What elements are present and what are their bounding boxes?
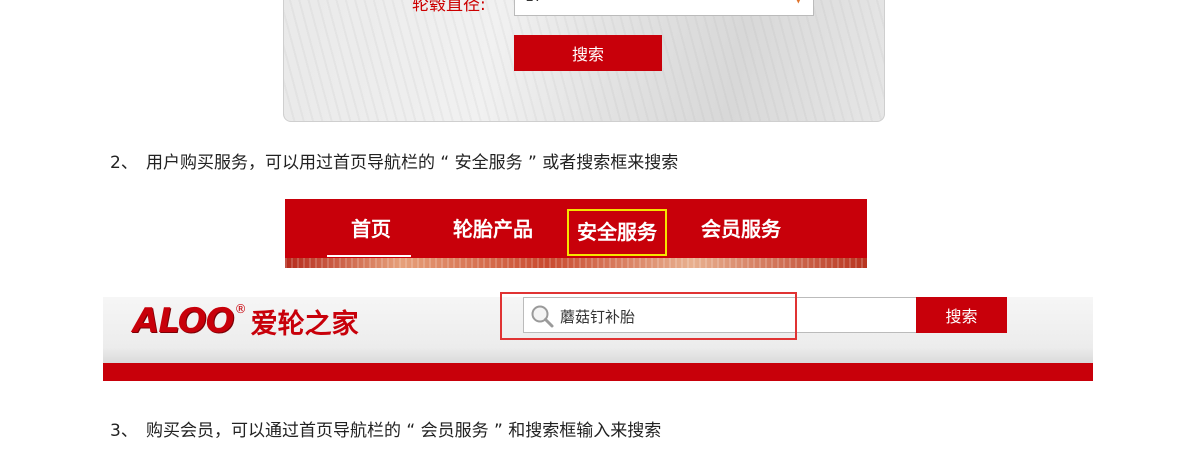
document-page: 轮毂直径: 17 ▼ 搜索 2、用户购买服务，可以用过首页导航栏的 “ 安全服务…	[0, 0, 1180, 453]
panel-search-button[interactable]: 搜索	[514, 35, 662, 71]
nav-item-safety-service[interactable]: 安全服务	[567, 209, 667, 256]
home-nav-bar: 首页 轮胎产品 安全服务 会员服务	[285, 199, 867, 268]
logo-latin-text: ALOO	[133, 301, 235, 341]
step-number: 2、	[110, 153, 138, 173]
step-2-text: 2、 用户购买服务，可以用过首页导航栏的 “ 安全服务 ” 或者搜索框来搜索	[110, 148, 678, 173]
hub-diameter-select[interactable]: 17 ▼	[514, 0, 814, 16]
nav-item-home[interactable]: 首页	[345, 213, 397, 245]
registered-mark: ®	[234, 302, 247, 316]
nav-tire-pattern	[285, 258, 867, 268]
hub-diameter-value: 17	[525, 0, 543, 5]
search-button[interactable]: 搜索	[916, 297, 1007, 333]
search-highlight-box	[500, 292, 797, 340]
step-description: 购买会员，可以通过首页导航栏的 “ 会员服务 ” 和搜索框输入来搜索	[146, 421, 662, 441]
tire-search-panel: 轮毂直径: 17 ▼ 搜索	[283, 0, 885, 122]
hub-diameter-label: 轮毂直径:	[412, 0, 486, 15]
nav-active-underline	[327, 255, 411, 257]
aloo-logo[interactable]: ALOO ® 爱轮之家	[133, 301, 359, 341]
chevron-down-icon: ▼	[794, 0, 803, 5]
nav-item-member-service[interactable]: 会员服务	[695, 213, 787, 245]
nav-item-tire-products[interactable]: 轮胎产品	[447, 213, 539, 245]
header-red-bar	[103, 363, 1093, 381]
step-3-text: 3、 购买会员，可以通过首页导航栏的 “ 会员服务 ” 和搜索框输入来搜索	[110, 416, 661, 441]
step-description: 用户购买服务，可以用过首页导航栏的 “ 安全服务 ” 或者搜索框来搜索	[146, 153, 679, 173]
step-number: 3、	[110, 421, 138, 441]
logo-chinese-text: 爱轮之家	[250, 308, 359, 340]
